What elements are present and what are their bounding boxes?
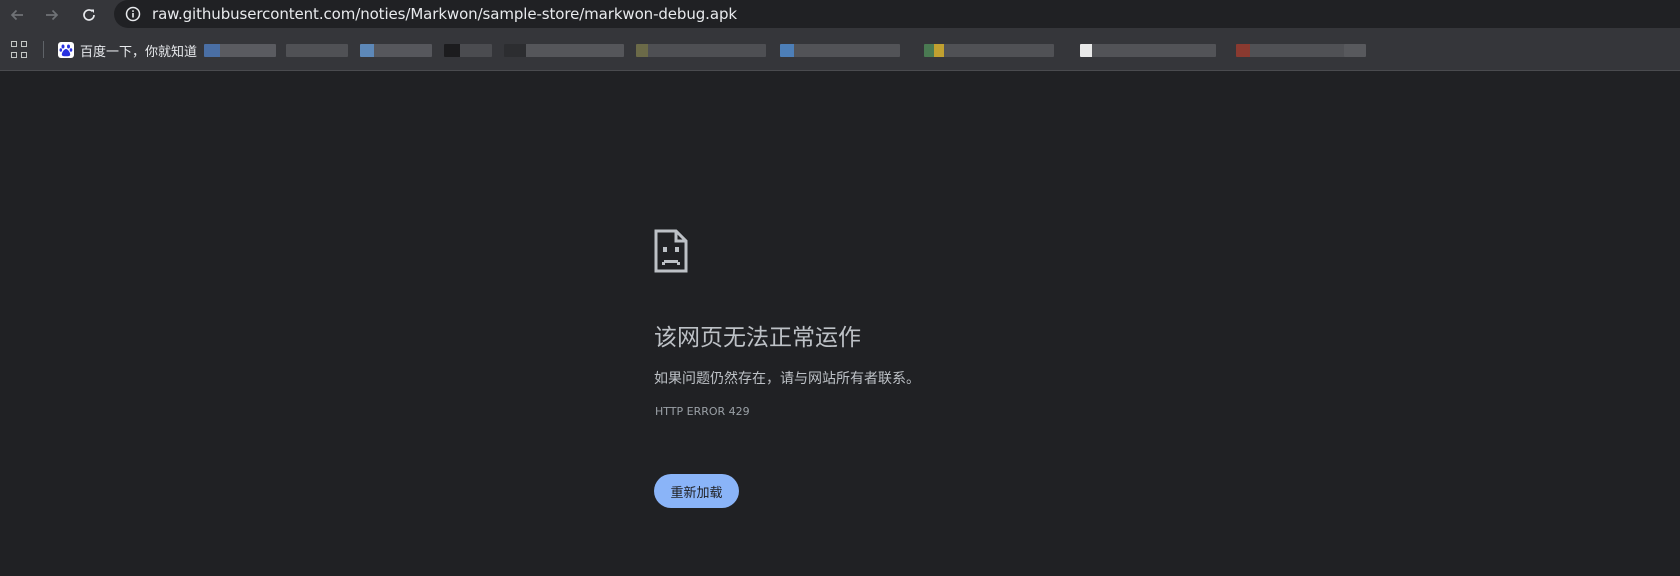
- reload-page-button[interactable]: [73, 0, 105, 29]
- obscured-bookmark[interactable]: [360, 44, 432, 57]
- address-bar[interactable]: raw.githubusercontent.com/noties/Markwon…: [114, 0, 1680, 28]
- reload-icon: [83, 8, 95, 21]
- obscured-bookmark[interactable]: [504, 44, 624, 57]
- obscured-bookmark[interactable]: [1080, 44, 1216, 57]
- sad-page-icon: [654, 229, 688, 273]
- bookmark-baidu[interactable]: 百度一下，你就知道: [58, 38, 197, 62]
- baidu-paw-icon: [58, 42, 74, 58]
- obscured-bookmark[interactable]: [1236, 44, 1356, 57]
- info-circle-icon: [125, 6, 141, 22]
- obscured-bookmark[interactable]: [204, 44, 276, 57]
- reload-button[interactable]: 重新加载: [654, 474, 739, 508]
- obscured-bookmark[interactable]: [924, 44, 1054, 57]
- apps-grid-icon[interactable]: [11, 41, 29, 59]
- error-title: 该网页无法正常运作: [654, 325, 861, 351]
- obscured-bookmark[interactable]: [444, 44, 492, 57]
- site-info-button[interactable]: [118, 0, 148, 28]
- error-message: 如果问题仍然存在，请与网站所有者联系。: [654, 371, 920, 387]
- arrow-right-icon: [46, 9, 59, 20]
- obscured-bookmark[interactable]: [286, 44, 348, 57]
- bookmarks-divider: [43, 41, 44, 58]
- browser-toolbar: raw.githubusercontent.com/noties/Markwon…: [0, 0, 1680, 29]
- bookmark-label: 百度一下，你就知道: [80, 44, 198, 60]
- url-text[interactable]: raw.githubusercontent.com/noties/Markwon…: [152, 5, 737, 23]
- obscured-bookmark[interactable]: [780, 44, 900, 57]
- back-button[interactable]: [1, 0, 33, 29]
- obscured-bookmark[interactable]: [636, 44, 766, 57]
- arrow-left-icon: [10, 9, 23, 20]
- bookmarks-overflow-button[interactable]: [1344, 44, 1366, 57]
- forward-button[interactable]: [36, 0, 68, 29]
- error-code: HTTP ERROR 429: [655, 405, 750, 418]
